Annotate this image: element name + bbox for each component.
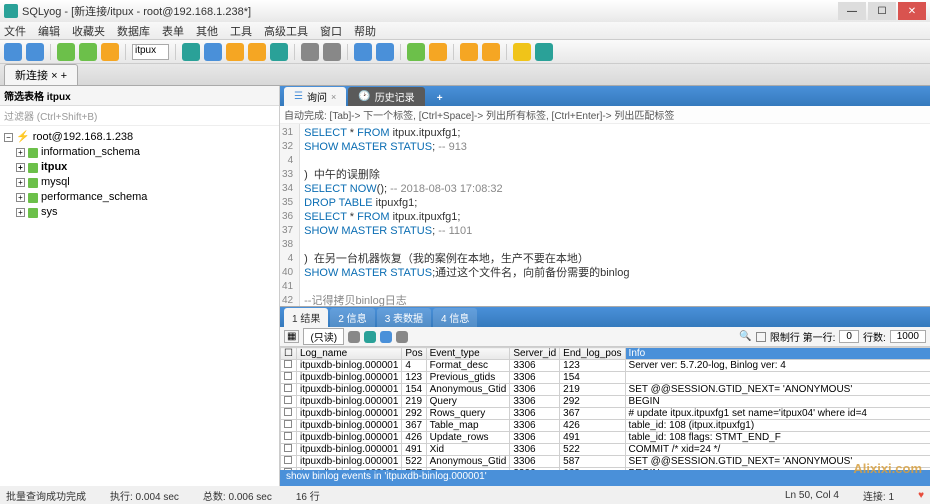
import-icon[interactable] xyxy=(248,43,266,61)
tab-result-4[interactable]: 4 信息 xyxy=(433,308,477,327)
data2-icon[interactable] xyxy=(376,43,394,61)
close-icon[interactable]: × xyxy=(51,70,57,82)
row-count-input[interactable]: 1000 xyxy=(890,330,926,343)
new-connection-icon[interactable] xyxy=(4,43,22,61)
tab-query[interactable]: ☰询问× xyxy=(284,87,346,106)
grid-view-icon[interactable]: ▦ xyxy=(284,330,299,343)
window-buttons: — ☐ ✕ xyxy=(836,2,926,20)
limit-checkbox[interactable] xyxy=(756,332,766,342)
tab-result-3[interactable]: 3 表数据 xyxy=(377,308,431,327)
table-row[interactable]: itpuxdb-binlog.000001292Rows_query330636… xyxy=(281,408,930,420)
database-select[interactable]: itpux xyxy=(132,44,169,60)
refresh-icon[interactable] xyxy=(407,43,425,61)
sync-icon[interactable] xyxy=(429,43,447,61)
schedule-icon[interactable] xyxy=(513,43,531,61)
sql-editor[interactable]: 3132433343536373844041424344454647484950… xyxy=(280,124,930,307)
menu-edit[interactable]: 编辑 xyxy=(38,23,60,39)
sort-icon[interactable] xyxy=(396,331,408,343)
titlebar: SQLyog - [新连接/itpux - root@192.168.1.238… xyxy=(0,0,930,22)
connection-tab[interactable]: 新连接 × + xyxy=(4,64,78,85)
tree-db-sys[interactable]: +sys xyxy=(4,205,275,220)
tab-result-2[interactable]: 2 信息 xyxy=(330,308,374,327)
menu-favorites[interactable]: 收藏夹 xyxy=(72,23,105,39)
tab-add[interactable]: + xyxy=(427,91,453,106)
execute-all-icon[interactable] xyxy=(79,43,97,61)
execute-icon[interactable] xyxy=(57,43,75,61)
export-icon[interactable] xyxy=(270,43,288,61)
table-row[interactable]: itpuxdb-binlog.000001522Anonymous_Gtid33… xyxy=(281,456,930,468)
backup-icon[interactable] xyxy=(226,43,244,61)
menu-tools[interactable]: 工具 xyxy=(230,23,252,39)
app-icon xyxy=(4,4,18,18)
filter-icon[interactable] xyxy=(380,331,392,343)
status-conn: 连接: 1 xyxy=(863,488,894,503)
status-pos: Ln 50, Col 4 xyxy=(785,490,839,501)
status-rows: 16 行 xyxy=(296,488,320,503)
tree-db-itpux[interactable]: +itpux xyxy=(4,160,275,175)
tree-db-mysql[interactable]: +mysql xyxy=(4,175,275,190)
maximize-button[interactable]: ☐ xyxy=(868,2,896,20)
menu-window[interactable]: 窗口 xyxy=(320,23,342,39)
menu-table[interactable]: 表单 xyxy=(162,23,184,39)
result-toolbar: ▦ (只读) 🔍 限制行 第一行: 0 行数: 1000 xyxy=(280,327,930,347)
table-row[interactable]: itpuxdb-binlog.000001154Anonymous_Gtid33… xyxy=(281,384,930,396)
tree-db-performance-schema[interactable]: +performance_schema xyxy=(4,190,275,205)
first-row-input[interactable]: 0 xyxy=(839,330,859,343)
menu-other[interactable]: 其他 xyxy=(196,23,218,39)
filter-input[interactable]: 过滤器 (Ctrl+Shift+B) xyxy=(0,106,279,126)
paste-icon[interactable] xyxy=(482,43,500,61)
tab-result-1[interactable]: 1 结果 xyxy=(284,308,328,327)
data-icon[interactable] xyxy=(354,43,372,61)
autocomplete-hint: 自动完成: [Tab]-> 下一个标签, [Ctrl+Space]-> 列出所有… xyxy=(280,106,930,124)
status-bar: 批量查询成功完成 执行: 0.004 sec 总数: 0.006 sec 16 … xyxy=(0,486,930,504)
table-row[interactable]: itpuxdb-binlog.000001219Query3306292BEGI… xyxy=(281,396,930,408)
query-builder-icon[interactable] xyxy=(323,43,341,61)
count-label: 行数: xyxy=(863,329,886,344)
format-icon[interactable] xyxy=(101,43,119,61)
menu-database[interactable]: 数据库 xyxy=(117,23,150,39)
menu-advtools[interactable]: 高级工具 xyxy=(264,23,308,39)
close-button[interactable]: ✕ xyxy=(898,2,926,20)
result-tabs: 1 结果 2 信息 3 表数据 4 信息 xyxy=(280,307,930,327)
minimize-button[interactable]: — xyxy=(838,2,866,20)
query-status: show binlog events in 'itpuxdb-binlog.00… xyxy=(280,470,930,486)
table-row[interactable]: itpuxdb-binlog.000001123Previous_gtids33… xyxy=(281,372,930,384)
table-row[interactable]: itpuxdb-binlog.000001426Update_rows33064… xyxy=(281,432,930,444)
table-row[interactable]: itpuxdb-binlog.000001491Xid3306522COMMIT… xyxy=(281,444,930,456)
tree-root[interactable]: −⚡root@192.168.1.238 xyxy=(4,130,275,145)
plus-icon[interactable]: + xyxy=(61,70,67,82)
tree-db-information-schema[interactable]: +information_schema xyxy=(4,145,275,160)
status-exec: 执行: 0.004 sec xyxy=(110,488,179,503)
schema-icon[interactable] xyxy=(301,43,319,61)
table-row[interactable]: itpuxdb-binlog.000001367Table_map3306426… xyxy=(281,420,930,432)
limit-label: 限制行 第一行: xyxy=(770,329,836,344)
search-icon[interactable]: 🔍 xyxy=(739,331,751,342)
object-browser: 筛选表格 itpux 过滤器 (Ctrl+Shift+B) −⚡root@192… xyxy=(0,86,280,486)
toolbar: itpux xyxy=(0,40,930,64)
readonly-select[interactable]: (只读) xyxy=(303,328,344,345)
users-icon[interactable] xyxy=(182,43,200,61)
menu-help[interactable]: 帮助 xyxy=(354,23,376,39)
table-row[interactable]: itpuxdb-binlog.0000014Format_desc3306123… xyxy=(281,360,930,372)
window-title: SQLyog - [新连接/itpux - root@192.168.1.238… xyxy=(22,3,836,19)
result-grid[interactable]: ☐Log_namePosEvent_typeServer_idEnd_log_p… xyxy=(280,347,930,470)
new-query-icon[interactable] xyxy=(26,43,44,61)
menu-bar: 文件 编辑 收藏夹 数据库 表单 其他 工具 高级工具 窗口 帮助 xyxy=(0,22,930,40)
menu-file[interactable]: 文件 xyxy=(4,23,26,39)
query-tabs: ☰询问× 🕑历史记录 + xyxy=(280,86,930,106)
filter-label: 筛选表格 itpux xyxy=(4,88,71,103)
tool-icon[interactable] xyxy=(348,331,360,343)
status-total: 总数: 0.006 sec xyxy=(203,488,272,503)
schema-tree: −⚡root@192.168.1.238 +information_schema… xyxy=(0,126,279,486)
db-icon[interactable] xyxy=(204,43,222,61)
copy-icon[interactable] xyxy=(460,43,478,61)
logo: ♥ xyxy=(918,490,924,501)
tab-history[interactable]: 🕑历史记录 xyxy=(348,87,424,106)
close-icon[interactable]: × xyxy=(331,92,336,102)
connection-tabs: 新连接 × + xyxy=(0,64,930,86)
export-icon[interactable] xyxy=(364,331,376,343)
status-done: 批量查询成功完成 xyxy=(6,488,86,503)
calendar-icon[interactable] xyxy=(535,43,553,61)
